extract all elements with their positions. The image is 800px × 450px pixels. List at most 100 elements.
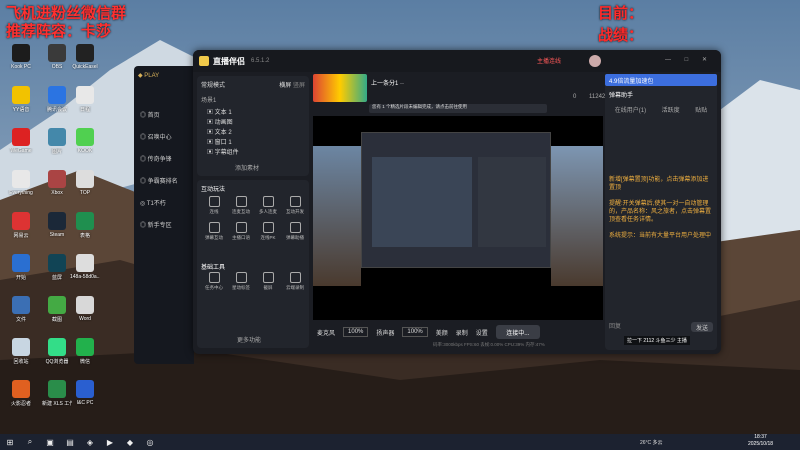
tool-icon xyxy=(235,272,247,283)
desktop-icon[interactable]: 文件 xyxy=(6,296,36,323)
desktop-icon-label: 开始 xyxy=(15,275,26,281)
scene-item[interactable]: ▣ 文本 2 xyxy=(207,128,299,138)
desktop-icon[interactable]: TOP xyxy=(70,170,100,196)
scene-item[interactable]: ▣ 窗口 1 xyxy=(207,138,299,148)
chat-tab[interactable]: 贴贴 xyxy=(695,105,707,114)
tool-item[interactable]: 主播口语 xyxy=(228,222,254,241)
game-nav-4[interactable]: ◎ 争霸赛排名 xyxy=(140,171,194,193)
chat-title: 弹幕助手 xyxy=(609,93,634,99)
game-nav-6[interactable]: ◎ 新手专区 xyxy=(140,215,194,237)
tool-item[interactable]: 弹幕互动 xyxy=(201,222,227,241)
more-functions-button[interactable]: 更多功能 xyxy=(237,335,261,344)
scene-name[interactable]: 场景1 xyxy=(197,93,309,106)
scene-item[interactable]: ▣ 文本 1 xyxy=(207,108,299,118)
taskbar-app-icon[interactable]: ◎ xyxy=(142,435,158,449)
app-icon xyxy=(48,128,66,146)
taskbar-app-icon[interactable]: ▶ xyxy=(102,435,118,449)
tool-item[interactable]: 弹幕助播 xyxy=(282,222,308,241)
avatar[interactable] xyxy=(589,55,601,67)
app-icon xyxy=(48,296,66,314)
stream-thumbnail[interactable] xyxy=(313,74,367,102)
desktop-icon[interactable]: Word xyxy=(70,296,100,322)
desktop-icon[interactable]: Steam xyxy=(42,212,72,238)
game-nav-3[interactable]: ◎ 传奇争锋 xyxy=(140,149,194,171)
tab-landscape[interactable]: 横屏 xyxy=(279,83,291,89)
scene-mode-dropdown[interactable]: 常规模式 xyxy=(201,80,225,89)
anchor-status-button[interactable]: 主播连线 xyxy=(537,56,561,65)
interaction-header: 互动玩法 xyxy=(201,187,226,193)
chat-send-button[interactable]: 发送 xyxy=(691,322,713,332)
app-icon xyxy=(12,170,30,188)
taskbar-app-icon[interactable]: ◆ xyxy=(122,435,138,449)
desktop-icon[interactable]: Kook PC xyxy=(6,44,36,70)
taskbar-app-icon[interactable]: ▤ xyxy=(62,435,78,449)
game-nav-2[interactable]: ◎ 召唤中心 xyxy=(140,127,194,149)
speaker-button[interactable]: 扬声器 xyxy=(376,328,394,337)
settings-button[interactable]: 设置 xyxy=(476,328,488,337)
game-nav-5[interactable]: ◎ T1不朽 xyxy=(140,193,194,215)
app-icon xyxy=(12,128,30,146)
desktop-icon[interactable]: 新建 XLS 工作表 xyxy=(42,380,72,407)
desktop-icon-label: Kook PC xyxy=(11,64,31,70)
clock[interactable]: 18:37 2025/10/18 xyxy=(748,434,773,448)
desktop-icon[interactable]: WeGame xyxy=(6,128,36,154)
taskbar-app-icon[interactable]: ▣ xyxy=(42,435,58,449)
desktop-icon[interactable]: 腾讯会议 xyxy=(42,86,72,113)
beauty-button[interactable]: 美颜 xyxy=(436,328,448,337)
desktop-icon[interactable]: 火影忍者 xyxy=(6,380,36,407)
desktop-icon[interactable]: 日程 xyxy=(70,86,100,113)
tool-item[interactable]: 连线 xyxy=(201,196,227,215)
start-stream-button[interactable]: 连接中... xyxy=(495,325,540,339)
chat-input[interactable]: 回复 xyxy=(609,321,689,330)
tool-item[interactable]: 连麦互动 xyxy=(228,196,254,215)
desktop-icon[interactable]: 表格 xyxy=(70,212,100,239)
desktop-icon[interactable]: QQ浏览器 xyxy=(42,338,72,365)
scene-item[interactable]: ▣ 字幕组件 xyxy=(207,148,299,158)
desktop-icon[interactable]: QuickEasel xyxy=(70,44,100,70)
desktop-icon[interactable]: 图片 xyxy=(42,128,72,155)
desktop-icon[interactable]: Everything xyxy=(6,170,36,196)
desktop-icon[interactable]: 回收站 xyxy=(6,338,36,365)
taskbar-app-icon[interactable]: ◈ xyxy=(82,435,98,449)
desktop-icon[interactable]: 开始 xyxy=(6,254,36,281)
record-button[interactable]: 录制 xyxy=(456,328,468,337)
desktop-icon[interactable]: Xbox xyxy=(42,170,72,196)
taskbar-app-icon[interactable]: ⌕ xyxy=(22,435,38,449)
game-nav-home[interactable]: ◎ 首页 xyxy=(140,105,194,127)
speaker-volume[interactable]: 100% xyxy=(402,327,428,337)
desktop-icon[interactable]: 蓝屏 xyxy=(42,254,72,281)
desktop-icon[interactable]: I&C PC xyxy=(70,380,100,406)
tool-item[interactable]: 截屏 xyxy=(255,272,281,291)
tool-item[interactable]: 任务中心 xyxy=(201,272,227,291)
desktop-icon-label: TOP xyxy=(79,190,91,196)
preview-screen-capture xyxy=(361,132,551,268)
mic-button[interactable]: 麦克风 xyxy=(317,328,335,337)
scene-item[interactable]: ▣ 动画图 xyxy=(207,118,299,128)
window-controls[interactable]: — □ ✕ xyxy=(665,56,713,63)
taskbar-app-icon[interactable]: ⊞ xyxy=(2,435,18,449)
app-icon xyxy=(48,338,66,356)
desktop-icon[interactable]: YY语音 xyxy=(6,86,36,113)
desktop-icon[interactable]: OBS xyxy=(42,44,72,70)
tool-item[interactable]: 多人连麦 xyxy=(255,196,281,215)
desktop-icon[interactable]: 148a-58d0a... xyxy=(70,254,100,280)
desktop-icon[interactable]: KOOK xyxy=(70,128,100,154)
tool-item[interactable]: 云端录制 xyxy=(282,272,308,291)
weather-widget[interactable]: 26°C 多云 xyxy=(640,439,663,446)
tool-item[interactable]: 互动开发 xyxy=(282,196,308,215)
add-material-button[interactable]: 添加素材 xyxy=(235,163,259,172)
chat-tab[interactable]: 活跃度 xyxy=(662,105,680,114)
chat-tab[interactable]: 在线用户(1) xyxy=(615,105,646,114)
notice-bar[interactable]: 您有 1 个精选片段未编辑完成，请点击前往使用 xyxy=(369,104,547,113)
desktop-icon[interactable]: 微信 xyxy=(70,338,100,365)
app-icon xyxy=(48,380,66,398)
mic-volume[interactable]: 100% xyxy=(343,327,369,337)
desktop-icon[interactable]: 截图 xyxy=(42,296,72,323)
chat-promo-banner[interactable]: 4.9倍流量加速包 xyxy=(605,74,717,86)
tab-portrait[interactable]: 竖屏 xyxy=(293,83,305,89)
desktop-icon[interactable]: 网易云 xyxy=(6,212,36,239)
brand-label: 拉一下 2112 斗鱼三少 主播 xyxy=(624,336,690,345)
tool-item[interactable]: 连线PK xyxy=(255,222,281,241)
tool-icon xyxy=(262,196,274,207)
tool-item[interactable]: 星动标签 xyxy=(228,272,254,291)
